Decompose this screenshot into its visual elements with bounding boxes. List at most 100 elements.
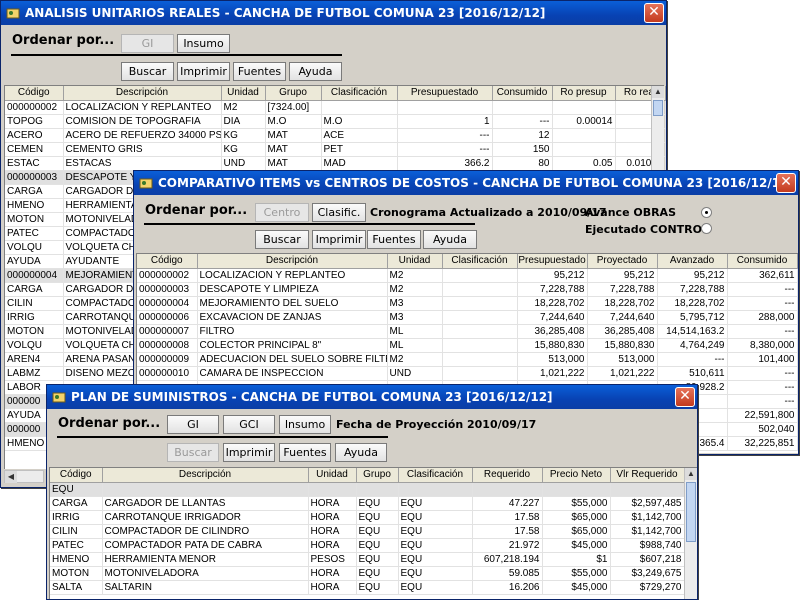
col-header[interactable]: Consumido	[727, 254, 798, 269]
table-cell: EQU	[356, 552, 399, 567]
table-row[interactable]: ACERO ACERO DE REFUERZO 34000 PSI KG MAT ACE…	[5, 128, 666, 143]
table-cell: COLECTOR PRINCIPAL 8"	[197, 338, 388, 353]
table-row[interactable]: CARGA CARGADOR DE LLANTAS HORA EQU EQU 47.227…	[50, 496, 685, 511]
vertical-scrollbar[interactable]: ▲	[684, 468, 697, 599]
col-header[interactable]: Presupuestado	[517, 254, 588, 269]
buscar-button[interactable]: Buscar	[255, 230, 309, 249]
fuentes-button[interactable]: Fuentes	[367, 230, 421, 249]
window-titlebar[interactable]: PLAN DE SUMINISTROS - CANCHA DE FUTBOL C…	[47, 385, 697, 409]
ayuda-button[interactable]: Ayuda	[335, 443, 387, 462]
ayuda-button[interactable]: Ayuda	[289, 62, 342, 81]
col-header[interactable]: Código	[50, 468, 103, 483]
table-cell: MOTON	[50, 566, 103, 581]
ayuda-button[interactable]: Ayuda	[423, 230, 477, 249]
col-header[interactable]: Unidad	[387, 254, 443, 269]
scroll-left-icon[interactable]: ◀	[5, 471, 17, 483]
col-header[interactable]: Descripción	[197, 254, 388, 269]
table-row[interactable]: PATEC COMPACTADOR PATA DE CABRA HORA EQU EQU…	[50, 538, 685, 553]
cronograma-label: Cronograma Actualizado a 2010/09/17	[370, 206, 607, 219]
fecha-proyeccion-label: Fecha de Proyección 2010/09/17	[336, 418, 537, 431]
table-row[interactable]: 000000008 COLECTOR PRINCIPAL 8" ML 15,880,8…	[137, 338, 798, 353]
col-header[interactable]: Grupo	[265, 86, 322, 101]
imprimir-button[interactable]: Imprimir	[177, 62, 230, 81]
col-header[interactable]: Consumido	[492, 86, 553, 101]
scroll-up-icon[interactable]: ▲	[685, 468, 697, 480]
table-cell: ---	[727, 380, 798, 395]
sort-gci-button[interactable]: GCI	[223, 415, 275, 434]
table-row[interactable]: HMENO HERRAMIENTA MENOR PESOS EQU EQU 607,218…	[50, 552, 685, 567]
table-cell: MAT	[265, 156, 322, 171]
col-header[interactable]: Precio Neto	[542, 468, 611, 483]
col-header[interactable]: Unidad	[308, 468, 357, 483]
col-header[interactable]: Vlr Requerido	[610, 468, 685, 483]
table-row[interactable]: MOTON MOTONIVELADORA HORA EQU EQU 59.085 $55,0…	[50, 566, 685, 581]
table-cell: MAT	[265, 128, 322, 143]
table-row[interactable]: CEMEN CEMENTO GRIS KG MAT PET --- 150	[5, 142, 666, 157]
table-cell: SALTA	[50, 580, 103, 595]
col-header[interactable]: Código	[5, 86, 64, 101]
sort-gi-button[interactable]: GI	[167, 415, 219, 434]
close-icon[interactable]: ✕	[776, 173, 796, 193]
col-header[interactable]: Presupuestado	[397, 86, 493, 101]
table-cell: DIA	[221, 114, 266, 129]
table-row[interactable]: 000000006 EXCAVACION DE ZANJAS M3 7,244,640…	[137, 310, 798, 325]
col-header[interactable]: Descripción	[102, 468, 309, 483]
window-titlebar[interactable]: ANALISIS UNITARIOS REALES - CANCHA DE FU…	[1, 1, 666, 25]
table-cell: 95,212	[657, 268, 728, 283]
scroll-up-icon[interactable]: ▲	[652, 86, 664, 98]
col-header[interactable]: Unidad	[221, 86, 266, 101]
col-header[interactable]: Código	[137, 254, 198, 269]
sort-gi-button[interactable]: GI	[121, 34, 174, 53]
table-cell: CILIN	[5, 296, 64, 311]
ejecutado-control-radio[interactable]	[701, 223, 712, 234]
imprimir-button[interactable]: Imprimir	[312, 230, 366, 249]
table-cell: HORA	[308, 496, 357, 511]
col-header[interactable]: Avanzado	[657, 254, 728, 269]
suministros-grid[interactable]: Código Descripción Unidad Grupo Clasific…	[49, 467, 697, 599]
table-row[interactable]: CILIN COMPACTADOR DE CILINDRO HORA EQU EQU 17…	[50, 524, 685, 539]
table-cell	[442, 352, 518, 367]
table-cell: SALTARIN	[102, 580, 309, 595]
table-cell: UND	[387, 366, 443, 381]
buscar-button[interactable]: Buscar	[167, 443, 219, 462]
fuentes-button[interactable]: Fuentes	[279, 443, 331, 462]
col-header[interactable]: Proyectado	[587, 254, 658, 269]
sort-centro-button[interactable]: Centro	[255, 203, 309, 222]
sort-insumo-button[interactable]: Insumo	[279, 415, 331, 434]
table-cell	[442, 268, 518, 283]
horizontal-scrollbar[interactable]: ◀	[4, 470, 44, 483]
avance-obras-radio[interactable]	[701, 207, 712, 218]
table-row[interactable]: 000000010 CAMARA DE INSPECCION UND 1,021,22…	[137, 366, 798, 381]
col-header[interactable]: Clasificación	[398, 468, 473, 483]
table-cell	[442, 338, 518, 353]
window-titlebar[interactable]: COMPARATIVO ITEMS vs CENTROS DE COSTOS -…	[134, 171, 798, 195]
buscar-button[interactable]: Buscar	[121, 62, 174, 81]
table-row[interactable]: ESTAC ESTACAS UND MAT MAD 366.2 80 0.05 0.01092	[5, 156, 666, 171]
sort-insumo-button[interactable]: Insumo	[177, 34, 230, 53]
table-row[interactable]: 000000002 LOCALIZACION Y REPLANTEO M2 [7324…	[5, 100, 666, 115]
col-header[interactable]: Descripción	[63, 86, 222, 101]
col-header[interactable]: Clasificación	[442, 254, 518, 269]
table-row[interactable]: 000000009 ADECUACION DEL SUELO SOBRE FILT…	[137, 352, 798, 367]
fuentes-button[interactable]: Fuentes	[233, 62, 286, 81]
col-header[interactable]: Grupo	[356, 468, 399, 483]
scroll-thumb[interactable]	[653, 100, 663, 116]
col-header[interactable]: Clasificación	[321, 86, 398, 101]
imprimir-button[interactable]: Imprimir	[223, 443, 275, 462]
table-row[interactable]: 000000007 FILTRO ML 36,285,408 36,285,408 14,…	[137, 324, 798, 339]
table-row[interactable]: 000000004 MEJORAMIENTO DEL SUELO M3 18,228,…	[137, 296, 798, 311]
table-row[interactable]: 000000003 DESCAPOTE Y LIMPIEZA M2 7,228,788…	[137, 282, 798, 297]
table-row[interactable]: EQU	[50, 482, 685, 497]
close-icon[interactable]: ✕	[675, 387, 695, 407]
col-header[interactable]: Requerido	[472, 468, 543, 483]
sort-clasific-button[interactable]: Clasific.	[312, 203, 366, 222]
table-cell: 288,000	[727, 310, 798, 325]
table-row[interactable]: TOPOG COMISION DE TOPOGRAFIA DIA M.O M.O 1 ---…	[5, 114, 666, 129]
close-icon[interactable]: ✕	[644, 3, 664, 23]
table-row[interactable]: SALTA SALTARIN HORA EQU EQU 16.206 $45,000 $729…	[50, 580, 685, 595]
table-cell: 000000006	[137, 310, 198, 325]
scroll-thumb[interactable]	[686, 482, 696, 542]
table-row[interactable]: 000000002 LOCALIZACION Y REPLANTEO M2 95,21…	[137, 268, 798, 283]
col-header[interactable]: Ro presup	[552, 86, 616, 101]
table-row[interactable]: IRRIG CARROTANQUE IRRIGADOR HORA EQU EQU 17.5…	[50, 510, 685, 525]
